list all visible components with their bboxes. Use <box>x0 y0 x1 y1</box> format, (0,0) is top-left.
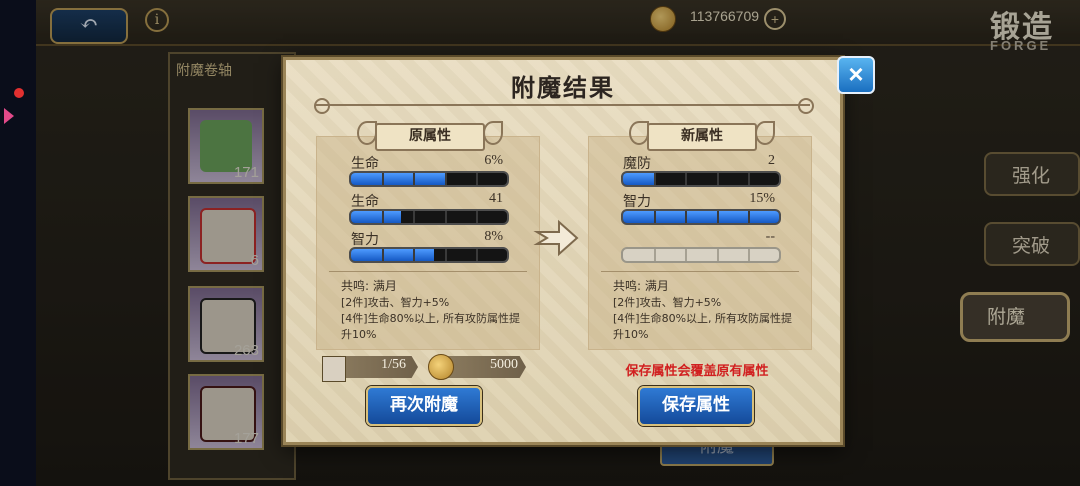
set-bonus-line: [2件]攻击、智力+5% <box>613 296 722 309</box>
stat-bar-fill <box>351 211 401 223</box>
stat-bar <box>621 171 781 187</box>
stat-name: 智力 <box>623 194 651 210</box>
original-attributes-card: 原属性 生命 6% 生命 41 智力 8% 共鸣: 满月 [2件]攻击、智力+5… <box>316 121 540 350</box>
stat-bar-fill <box>623 173 655 185</box>
stat-bar-empty <box>621 247 781 263</box>
divider-ornament-icon <box>798 98 814 114</box>
divider-ornament-icon <box>314 98 330 114</box>
stat-bar <box>349 209 509 225</box>
stat-bar-segment <box>382 211 385 223</box>
stat-bar-segment <box>444 211 447 223</box>
stat-bar-fill <box>623 211 779 223</box>
stat-bar-segment <box>685 249 688 261</box>
set-bonus-line: [4件]生命80%以上, 所有攻防属性提升10% <box>613 312 793 341</box>
stat-bar-segment <box>475 211 478 223</box>
scroll-cost: 1/56 <box>381 357 406 372</box>
set-bonus-title: 共鸣: 满月 <box>613 279 669 293</box>
banner-scroll-ornament-icon <box>629 121 649 145</box>
enchant-result-dialog: 附魔结果 原属性 生命 6% 生命 41 智力 8% 共鸣: 满月 [2件]攻击… <box>283 57 843 445</box>
stat-value: 2 <box>768 153 775 168</box>
card-divider <box>329 271 527 272</box>
stat-bar-segment <box>444 173 447 185</box>
banner-scroll-ornament-icon <box>483 121 503 145</box>
new-attributes-card: 新属性 魔防 2 智力 15% -- 共鸣: 满月 [2件]攻击、智力+5% [… <box>588 121 812 350</box>
stat-bar-segment <box>654 173 657 185</box>
stat-value: -- <box>765 229 775 244</box>
stat-value: 6% <box>484 153 503 168</box>
close-button[interactable]: × <box>837 56 875 94</box>
stat-bar-segment <box>685 173 688 185</box>
dialog-title: 附魔结果 <box>511 73 615 102</box>
stat-bar <box>621 209 781 225</box>
transform-arrow-icon <box>533 219 579 257</box>
stat-bar-segment <box>413 211 416 223</box>
reenchant-button[interactable]: 再次附魔 <box>366 386 482 426</box>
stat-bar-segment <box>413 249 416 261</box>
stat-bar-fill <box>351 173 445 185</box>
stat-bar-segment <box>716 249 719 261</box>
stat-bar <box>349 171 509 187</box>
stat-value: 15% <box>749 191 775 206</box>
gold-cost: 5000 <box>490 357 518 372</box>
stat-bar-segment <box>475 249 478 261</box>
stat-value: 8% <box>484 229 503 244</box>
system-edge-strip <box>0 0 36 486</box>
set-bonus-line: [4件]生命80%以上, 所有攻防属性提升10% <box>341 312 521 341</box>
stat-bar <box>349 247 509 263</box>
new-attributes-banner: 新属性 <box>647 123 757 151</box>
stat-name: 生命 <box>351 156 379 172</box>
set-bonus-line: [2件]攻击、智力+5% <box>341 296 450 309</box>
title-divider <box>316 104 810 106</box>
stat-bar-segment <box>654 211 657 223</box>
banner-scroll-ornament-icon <box>755 121 775 145</box>
stat-bar-segment <box>475 173 478 185</box>
notification-dot-icon <box>14 88 24 98</box>
stat-bar-fill <box>351 249 434 261</box>
card-divider <box>601 271 799 272</box>
stat-bar-segment <box>382 173 385 185</box>
expand-arrow-icon[interactable] <box>4 108 14 124</box>
stat-bar-segment <box>654 249 657 261</box>
stat-bar-segment <box>716 173 719 185</box>
set-bonus-title: 共鸣: 满月 <box>341 279 397 293</box>
stat-name: 魔防 <box>623 156 651 172</box>
original-attributes-banner: 原属性 <box>375 123 485 151</box>
stat-bar-segment <box>716 211 719 223</box>
stat-bar-segment <box>747 249 750 261</box>
overwrite-warning: 保存属性会覆盖原有属性 <box>625 364 769 379</box>
stat-bar-segment <box>747 173 750 185</box>
stat-name: 生命 <box>351 194 379 210</box>
stat-name: 智力 <box>351 232 379 248</box>
banner-scroll-ornament-icon <box>357 121 377 145</box>
save-attributes-button[interactable]: 保存属性 <box>638 386 754 426</box>
stat-bar-segment <box>444 249 447 261</box>
stat-bar-segment <box>747 211 750 223</box>
stat-bar-segment <box>685 211 688 223</box>
stat-bar-segment <box>413 173 416 185</box>
stat-bar-segment <box>382 249 385 261</box>
stat-value: 41 <box>489 191 503 206</box>
